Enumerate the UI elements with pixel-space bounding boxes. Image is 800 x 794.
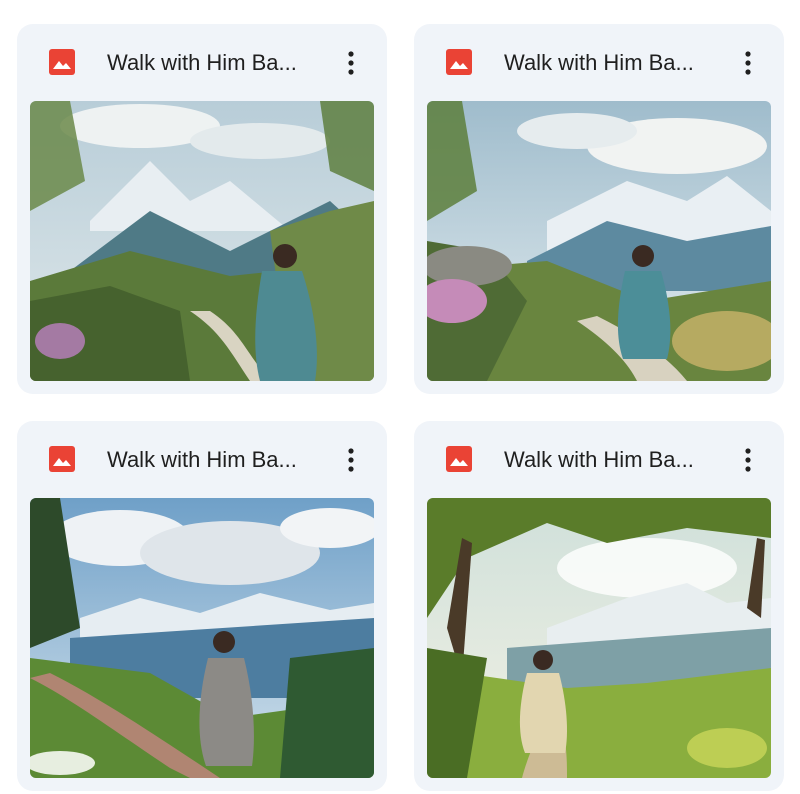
image-file-icon: [446, 446, 472, 472]
file-card[interactable]: Walk with Him Ba...: [17, 421, 387, 791]
file-title: Walk with Him Ba...: [504, 447, 694, 472]
file-card-header: Walk with Him Ba...: [17, 421, 387, 498]
file-grid: Walk with Him Ba... Walk with Him Ba... …: [0, 0, 800, 794]
file-card-header: Walk with Him Ba...: [414, 421, 784, 498]
file-title: Walk with Him Ba...: [504, 50, 694, 75]
image-file-icon: [446, 49, 472, 75]
image-file-icon: [49, 446, 75, 472]
more-vert-icon[interactable]: [735, 445, 761, 475]
file-card-header: Walk with Him Ba...: [17, 24, 387, 101]
file-thumbnail[interactable]: [30, 101, 374, 381]
file-thumbnail[interactable]: [427, 498, 771, 778]
file-thumbnail[interactable]: [427, 101, 771, 381]
more-vert-icon[interactable]: [735, 48, 761, 78]
file-title: Walk with Him Ba...: [107, 50, 297, 75]
file-card[interactable]: Walk with Him Ba...: [17, 24, 387, 394]
image-file-icon: [49, 49, 75, 75]
more-vert-icon[interactable]: [338, 48, 364, 78]
more-vert-icon[interactable]: [338, 445, 364, 475]
file-card[interactable]: Walk with Him Ba...: [414, 421, 784, 791]
file-card-header: Walk with Him Ba...: [414, 24, 784, 101]
file-title: Walk with Him Ba...: [107, 447, 297, 472]
file-card[interactable]: Walk with Him Ba...: [414, 24, 784, 394]
file-thumbnail[interactable]: [30, 498, 374, 778]
